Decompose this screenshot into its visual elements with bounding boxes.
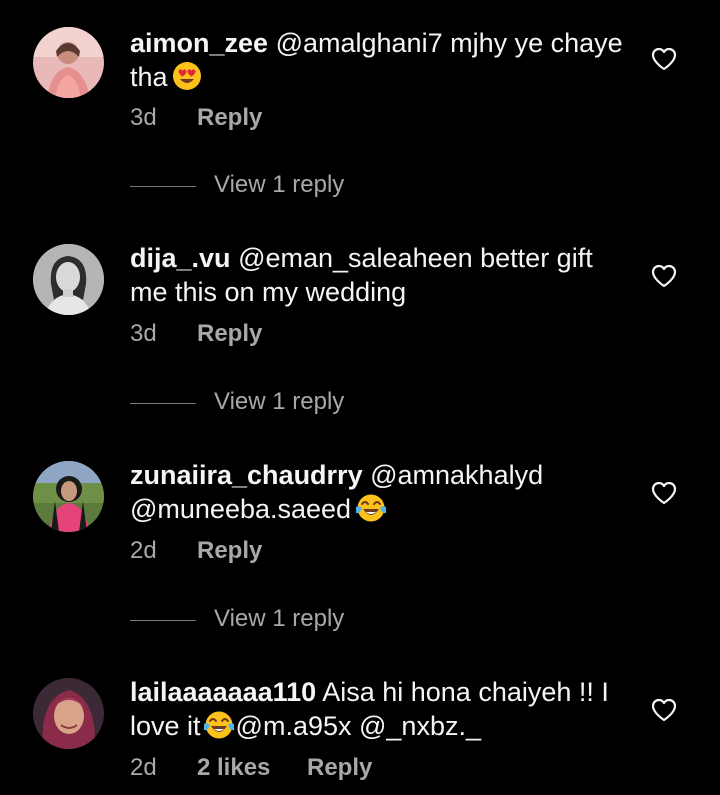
comment-mentions: @m.a95x @_nxbz._ [235,711,481,741]
reply-button[interactable]: Reply [197,320,262,348]
heart-eyes-emoji-icon [172,61,202,99]
avatar[interactable] [33,244,104,315]
avatar[interactable] [33,678,104,749]
replies-divider [130,403,196,404]
comment-body: aimon_zee @amalghani7 mjhy ye chaye tha [130,26,630,99]
comment-username[interactable]: aimon_zee [130,28,268,58]
comment-body: lailaaaaaaa110 Aisa hi hona chaiyeh !! I… [130,675,630,748]
replies-divider [130,186,196,187]
heart-outline-icon[interactable] [651,698,677,722]
heart-outline-icon[interactable] [651,264,677,288]
view-replies-label: View 1 reply [214,388,345,415]
replies-divider [130,620,196,621]
comment-username[interactable]: zunaiira_chaudrry [130,460,363,490]
comment-timestamp: 2d [130,537,157,564]
comment-body: dija_.vu @eman_saleaheen better gift me … [130,241,630,309]
tears-of-joy-emoji-icon [203,710,235,748]
comment-timestamp: 2d [130,754,157,781]
comment-timestamp: 3d [130,320,157,347]
comment-username[interactable]: dija_.vu [130,243,231,273]
avatar[interactable] [33,461,104,532]
heart-outline-icon[interactable] [651,481,677,505]
tears-of-joy-emoji-icon [355,493,387,531]
comment-timestamp: 3d [130,104,157,131]
avatar[interactable] [33,27,104,98]
view-replies-label: View 1 reply [214,171,345,198]
heart-outline-icon[interactable] [651,47,677,71]
reply-button[interactable]: Reply [307,754,372,782]
reply-button[interactable]: Reply [197,537,262,565]
comment-body: zunaiira_chaudrry @amnakhalyd @muneeba.s… [130,458,630,531]
likes-count[interactable]: 2 likes [197,754,270,782]
view-replies-label: View 1 reply [214,605,345,632]
reply-button[interactable]: Reply [197,104,262,132]
comment-username[interactable]: lailaaaaaaa110 [130,677,316,707]
